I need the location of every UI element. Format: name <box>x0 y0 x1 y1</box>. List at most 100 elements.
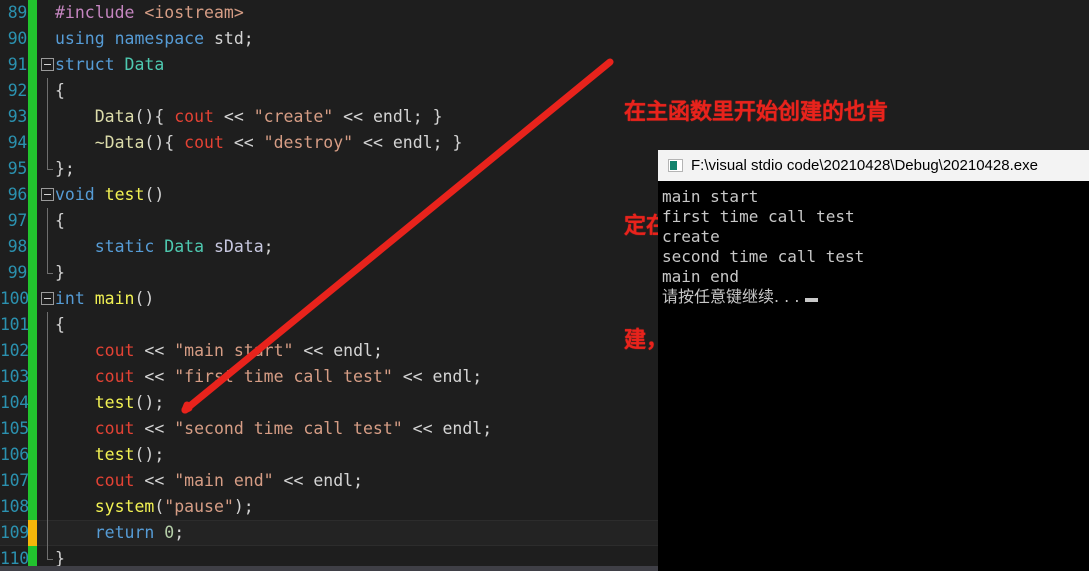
line-number: 99 <box>7 263 28 282</box>
change-indicator-bar <box>28 78 37 104</box>
code-line-101[interactable]: 101 { <box>0 312 658 338</box>
line-number: 93 <box>7 107 28 126</box>
console-output: main start first time call test create seco… <box>658 181 1089 307</box>
change-indicator-bar <box>28 520 37 546</box>
code-line-107[interactable]: 107 cout << "main end" << endl; <box>0 468 658 494</box>
line-number: 97 <box>7 211 28 230</box>
console-output-line: second time call test <box>662 247 865 266</box>
fold-guide-line <box>47 234 48 260</box>
code-text: Data(){ cout << "create" << endl; } <box>94 107 443 126</box>
change-indicator-bar <box>28 52 37 78</box>
code-line-99[interactable]: 99} <box>0 260 658 286</box>
code-text: { <box>55 81 65 100</box>
change-indicator-bar <box>28 234 37 260</box>
code-lines-container[interactable]: 89 #include <iostream> 90 using namespace s… <box>0 0 658 571</box>
line-number: 108 <box>0 497 29 516</box>
line-number: 98 <box>7 237 28 256</box>
code-line-100[interactable]: 100 int main() <box>0 286 658 312</box>
fold-guide-line <box>47 546 53 560</box>
console-window[interactable]: F:\visual stdio code\20210428\Debug\2021… <box>658 150 1089 571</box>
change-indicator-bar <box>28 130 37 156</box>
fold-guide-line <box>47 312 48 338</box>
block-cursor-icon <box>805 298 819 302</box>
fold-guide-line <box>47 338 48 364</box>
fold-guide-line <box>47 104 48 130</box>
change-indicator-bar <box>28 156 37 182</box>
code-line-98[interactable]: 98 static Data sData; <box>0 234 658 260</box>
code-line-95[interactable]: 95}; <box>0 156 658 182</box>
code-line-91[interactable]: 91 struct Data <box>0 52 658 78</box>
code-line-92[interactable]: 92 { <box>0 78 658 104</box>
line-number: 105 <box>0 419 29 438</box>
fold-guide-line <box>47 520 48 546</box>
fold-guide-line <box>47 156 53 170</box>
code-line-97[interactable]: 97 { <box>0 208 658 234</box>
code-text: { <box>55 211 65 230</box>
code-line-108[interactable]: 108 system("pause"); <box>0 494 658 520</box>
code-text: test(); <box>94 393 165 412</box>
code-line-96[interactable]: 96 void test() <box>0 182 658 208</box>
fold-collapse-icon[interactable] <box>41 292 54 305</box>
code-line-90[interactable]: 90 using namespace std; <box>0 26 658 52</box>
console-output-line: create <box>662 227 720 246</box>
code-line-89[interactable]: 89 #include <iostream> <box>0 0 658 26</box>
code-text: cout << "second time call test" << endl; <box>94 419 493 438</box>
line-number: 103 <box>0 367 29 386</box>
code-text: struct Data <box>55 55 165 74</box>
change-indicator-bar <box>28 104 37 130</box>
change-indicator-bar <box>28 312 37 338</box>
fold-guide-line <box>47 442 48 468</box>
fold-guide-line <box>47 416 48 442</box>
fold-guide-line <box>47 78 48 104</box>
console-output-line: first time call test <box>662 207 855 226</box>
code-line-94[interactable]: 94 ~Data(){ cout << "destroy" << endl; } <box>0 130 658 156</box>
code-line-106[interactable]: 106 test(); <box>0 442 658 468</box>
change-indicator-bar <box>28 416 37 442</box>
code-line-109[interactable]: 109 return 0; <box>0 520 658 546</box>
code-line-105[interactable]: 105 cout << "second time call test" << e… <box>0 416 658 442</box>
line-number: 90 <box>7 29 28 48</box>
code-line-93[interactable]: 93 Data(){ cout << "create" << endl; } <box>0 104 658 130</box>
fold-collapse-icon[interactable] <box>41 58 54 71</box>
code-editor[interactable]: 89 #include <iostream> 90 using namespace s… <box>0 0 658 571</box>
line-number: 96 <box>7 185 28 204</box>
console-title-text: F:\visual stdio code\20210428\Debug\2021… <box>691 157 1038 174</box>
fold-guide-line <box>47 468 48 494</box>
code-text: test(); <box>94 445 165 464</box>
line-number: 91 <box>7 55 28 74</box>
console-output-line: main end <box>662 267 740 286</box>
change-indicator-bar <box>28 364 37 390</box>
change-indicator-bar <box>28 182 37 208</box>
code-text: }; <box>55 159 75 178</box>
console-output-line: main start <box>662 187 759 206</box>
editor-bottom-strip <box>0 566 658 571</box>
fold-collapse-icon[interactable] <box>41 188 54 201</box>
line-number: 100 <box>0 289 29 308</box>
line-number: 94 <box>7 133 28 152</box>
change-indicator-bar <box>28 390 37 416</box>
code-text: using namespace std; <box>55 29 254 48</box>
code-text: void test() <box>55 185 165 204</box>
line-number: 89 <box>7 3 28 22</box>
line-number: 109 <box>0 523 29 542</box>
code-text: system("pause"); <box>94 497 254 516</box>
code-line-103[interactable]: 103 cout << "first time call test" << en… <box>0 364 658 390</box>
code-text: cout << "first time call test" << endl; <box>94 367 483 386</box>
line-number: 95 <box>7 159 28 178</box>
change-indicator-bar <box>28 442 37 468</box>
annotation-line-1: 在主函数里开始创建的也肯 <box>624 100 889 125</box>
line-number: 102 <box>0 341 29 360</box>
fold-guide-line <box>47 494 48 520</box>
console-prompt-line: 请按任意键继续. . . <box>662 287 1089 307</box>
code-text: int main() <box>55 289 155 308</box>
code-line-104[interactable]: 104 test(); <box>0 390 658 416</box>
change-indicator-bar <box>28 468 37 494</box>
code-line-102[interactable]: 102 cout << "main start" << endl; <box>0 338 658 364</box>
console-title-bar[interactable]: F:\visual stdio code\20210428\Debug\2021… <box>658 150 1089 181</box>
console-window-icon <box>668 159 683 172</box>
line-number: 92 <box>7 81 28 100</box>
line-number: 107 <box>0 471 29 490</box>
fold-guide-line <box>47 364 48 390</box>
code-text: } <box>55 263 65 282</box>
change-indicator-bar <box>28 208 37 234</box>
